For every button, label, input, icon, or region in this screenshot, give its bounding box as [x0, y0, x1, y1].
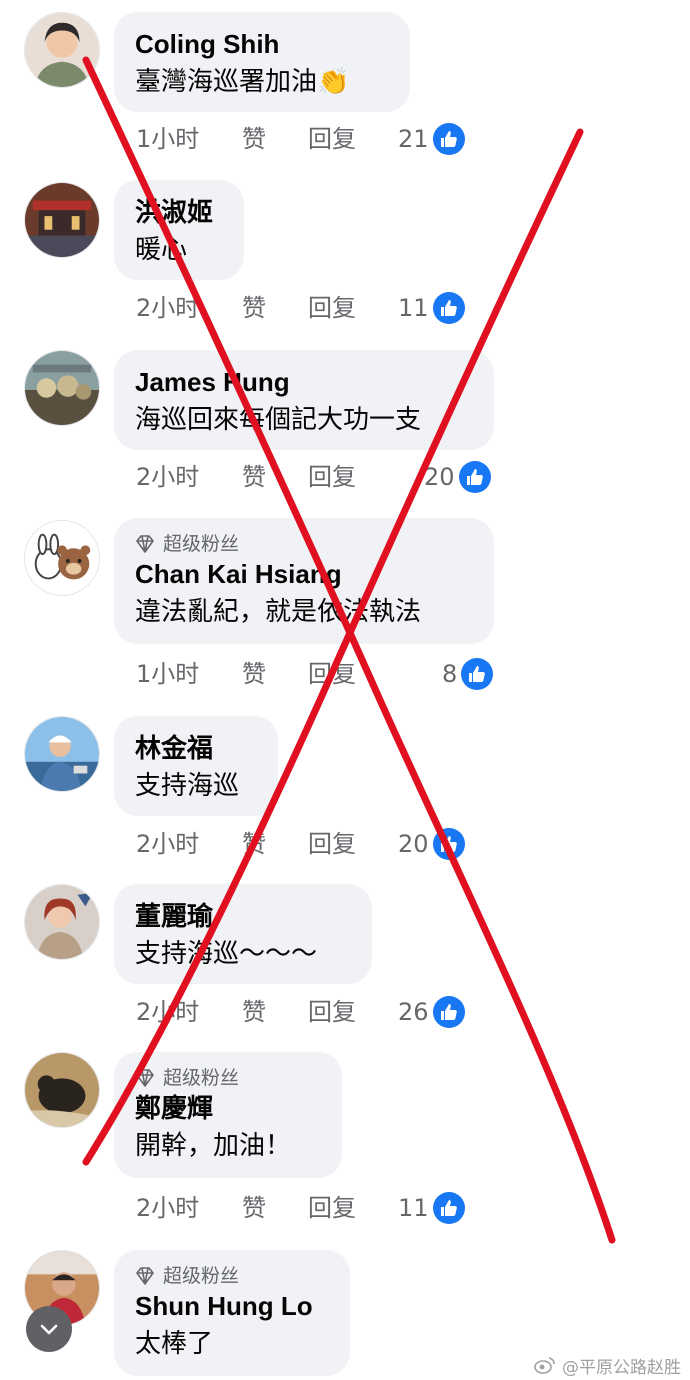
- comment-time: 1小时: [136, 660, 200, 688]
- comment-actions: 2小时 赞 回复 26: [136, 992, 496, 1032]
- thumbs-up-icon: [461, 658, 494, 690]
- reaction-count[interactable]: 21: [398, 119, 465, 159]
- comment-bubble: 超级粉丝 Chan Kai Hsiang 違法亂紀，就是依法執法: [114, 518, 494, 644]
- comment-author[interactable]: 鄭慶輝: [135, 1090, 320, 1126]
- avatar[interactable]: [24, 350, 100, 426]
- comment-time: 2小时: [136, 998, 200, 1026]
- super-fan-badge: 超级粉丝: [135, 1264, 328, 1288]
- watermark-text: @平原公路赵胜: [562, 1357, 681, 1378]
- super-fan-badge: 超级粉丝: [135, 532, 472, 556]
- thumbs-up-icon: [432, 123, 465, 155]
- thumbs-up-icon: [432, 292, 465, 324]
- avatar[interactable]: [24, 716, 100, 792]
- reaction-count-number: 20: [398, 830, 429, 858]
- scroll-down-button[interactable]: [26, 1306, 72, 1352]
- comment-author[interactable]: Coling Shih: [135, 26, 388, 62]
- comment-list: Coling Shih 臺灣海巡署加油👏 1小时 赞 回复 21 洪淑姬 暖心 …: [0, 0, 690, 1380]
- reaction-count[interactable]: 11: [398, 288, 465, 328]
- comment-text: 違法亂紀，就是依法執法: [135, 597, 422, 627]
- reaction-count-number: 20: [424, 463, 455, 491]
- watermark: @平原公路赵胜: [534, 1352, 684, 1378]
- like-action[interactable]: 赞: [242, 1188, 266, 1228]
- avatar[interactable]: [24, 182, 100, 258]
- reply-action[interactable]: 回复: [308, 288, 356, 328]
- comment-time: 2小时: [136, 1194, 200, 1222]
- comment-actions: 1小时 赞 回复 8: [136, 654, 496, 694]
- comment-text: 暖心: [135, 235, 188, 265]
- reply-action[interactable]: 回复: [308, 824, 356, 864]
- comment-author[interactable]: 董麗瑜: [135, 898, 350, 934]
- thumbs-up-icon: [432, 1192, 465, 1224]
- diamond-icon: [136, 535, 154, 553]
- comment-text: 臺灣海巡署加油👏: [135, 67, 350, 97]
- reaction-count-number: 11: [398, 1194, 429, 1222]
- reaction-count[interactable]: 26: [398, 992, 465, 1032]
- reaction-count-number: 26: [398, 998, 429, 1026]
- comment-author[interactable]: Chan Kai Hsiang: [135, 556, 472, 592]
- comment-author[interactable]: 洪淑姬: [135, 194, 222, 230]
- avatar[interactable]: [24, 12, 100, 88]
- weibo-icon: [534, 1357, 555, 1374]
- reaction-count[interactable]: 8: [442, 654, 494, 694]
- like-action[interactable]: 赞: [242, 654, 266, 694]
- reaction-count[interactable]: 11: [398, 1188, 465, 1228]
- comment-actions: 2小时 赞 回复 20: [136, 824, 496, 864]
- comment-bubble: 超级粉丝 Shun Hung Lo 太棒了: [114, 1250, 350, 1376]
- comment-bubble: Coling Shih 臺灣海巡署加油👏: [114, 12, 410, 112]
- reaction-count[interactable]: 20: [398, 824, 465, 864]
- comment-time: 2小时: [136, 830, 200, 858]
- like-action[interactable]: 赞: [242, 288, 266, 328]
- comment-bubble: 董麗瑜 支持海巡～～～: [114, 884, 372, 984]
- chevron-down-icon: [40, 1324, 58, 1335]
- reply-action[interactable]: 回复: [308, 457, 356, 497]
- badge-label: 超级粉丝: [163, 1265, 240, 1287]
- comment-author[interactable]: James Hung: [135, 364, 472, 400]
- comment-text: 太棒了: [135, 1329, 214, 1359]
- comment-text: 支持海巡～～～: [135, 939, 318, 969]
- thumbs-up-icon: [432, 828, 465, 860]
- reaction-count-number: 11: [398, 294, 429, 322]
- avatar[interactable]: [24, 1052, 100, 1128]
- badge-label: 超级粉丝: [163, 1067, 240, 1089]
- reply-action[interactable]: 回复: [308, 992, 356, 1032]
- like-action[interactable]: 赞: [242, 992, 266, 1032]
- badge-label: 超级粉丝: [163, 533, 240, 555]
- comment-author[interactable]: 林金福: [135, 730, 256, 766]
- avatar[interactable]: [24, 884, 100, 960]
- comment-actions: 1小时 赞 回复 21: [136, 119, 476, 159]
- like-action[interactable]: 赞: [242, 824, 266, 864]
- reaction-count-number: 21: [398, 125, 429, 153]
- super-fan-badge: 超级粉丝: [135, 1066, 320, 1090]
- comment-bubble: 超级粉丝 鄭慶輝 開幹，加油！: [114, 1052, 342, 1178]
- like-action[interactable]: 赞: [242, 119, 266, 159]
- comment-text: 支持海巡: [135, 771, 240, 801]
- comment-actions: 2小时 赞 回复 11: [136, 288, 476, 328]
- reply-action[interactable]: 回复: [308, 654, 356, 694]
- comment-author[interactable]: Shun Hung Lo: [135, 1288, 328, 1324]
- reaction-count[interactable]: 20: [424, 457, 491, 497]
- comment-time: 1小时: [136, 125, 200, 153]
- thumbs-up-icon: [458, 461, 491, 493]
- like-action[interactable]: 赞: [242, 457, 266, 497]
- comment-time: 2小时: [136, 294, 200, 322]
- comment-bubble: 林金福 支持海巡: [114, 716, 278, 816]
- diamond-icon: [136, 1267, 154, 1285]
- comment-text: 開幹，加油！: [135, 1131, 292, 1161]
- reaction-count-number: 8: [442, 660, 458, 688]
- comment-bubble: 洪淑姬 暖心: [114, 180, 244, 280]
- thumbs-up-icon: [432, 996, 465, 1028]
- comment-actions: 2小时 赞 回复 11: [136, 1188, 496, 1228]
- reply-action[interactable]: 回复: [308, 1188, 356, 1228]
- avatar[interactable]: [24, 520, 100, 596]
- reply-action[interactable]: 回复: [308, 119, 356, 159]
- comment-bubble: James Hung 海巡回來每個記大功一支: [114, 350, 494, 450]
- comment-actions: 2小时 赞 回复 20: [136, 457, 496, 497]
- diamond-icon: [136, 1069, 154, 1087]
- comment-time: 2小时: [136, 463, 200, 491]
- comment-text: 海巡回來每個記大功一支: [135, 405, 422, 435]
